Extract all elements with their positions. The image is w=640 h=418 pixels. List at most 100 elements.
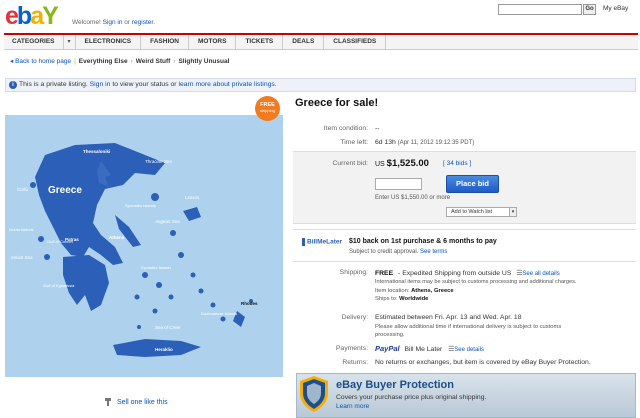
chevron-down-icon[interactable]: ▾ [64,35,76,49]
nav-deals[interactable]: DEALS [283,35,325,49]
greece-map-image[interactable]: Thessaloniki Thracian Sea Greece Aegean … [5,115,283,377]
notice-text-end: . [274,81,277,88]
bill-me-later-promo [293,229,636,262]
item-title: Greece for sale! [295,97,379,109]
time-left-label: Time left: [340,139,368,146]
info-icon: i [9,81,17,89]
breadcrumb-everything-else[interactable]: Everything Else [79,58,128,65]
returns-label: Returns: [342,359,368,366]
condition-label: Item condition: [323,125,368,132]
map-drawing [30,143,253,357]
buyer-protection-subtitle: Covers your purchase price plus original… [336,394,487,401]
breadcrumb-chevron: › [130,58,133,65]
sell-one-like-this[interactable]: Sell one like this [104,397,168,407]
shield-icon [300,376,328,412]
place-bid-button[interactable]: Place bid [446,175,499,193]
shipping-label: Shipping: [339,269,368,276]
map-label-dodecanese: Dodecanese Islands [201,311,238,316]
see-terms-link[interactable]: See terms [420,249,447,255]
breadcrumb-slightly-unusual[interactable]: Slightly Unusual [178,58,229,65]
bml-logo-text: BillMeLater [307,238,343,246]
map-label-kyparissia: Gulf of Kyparissia [43,283,75,288]
bill-me-later-payment: Bill Me Later [404,346,443,353]
badge-shipping: shipping [260,108,275,113]
my-ebay-link[interactable]: My eBay [603,5,628,12]
payment-details-link[interactable]: See details [454,347,484,353]
returns-policy: No returns or exchanges, but item is cov… [375,359,591,366]
map-label-aegean: Aegean Sea [155,219,180,224]
map-label-heraklio: Heraklio [155,347,173,352]
ships-to-value: Worldwide [399,296,429,302]
breadcrumb-separator: | [74,58,76,65]
category-nav: CATEGORIES ▾ ELECTRONICS FASHION MOTORS … [4,33,638,50]
buyer-protection-learn-more[interactable]: Learn more [336,403,369,410]
map-label-thessaloniki: Thessaloniki [83,149,111,154]
register-link[interactable]: register [132,19,153,26]
map-label-lesvos: Lesvos [185,195,200,200]
bml-bar-icon [302,238,305,246]
delivery-note-2: processing. [375,332,405,338]
ships-to-label: Ships to: [375,296,400,302]
watch-label: Add to Watch list [451,209,493,215]
current-bid-label: Current bid: [332,160,368,167]
map-label-athens: Athens [109,235,125,240]
location-value: Athens, Greece [411,288,454,294]
buyer-protection-title: eBay Buyer Protection [336,379,454,391]
bid-amount-input[interactable] [375,178,422,190]
chevron-down-icon[interactable]: ▾ [509,208,516,216]
map-label-rhodes: Rhodes [241,301,258,306]
sell-one-link[interactable]: Sell one like this [117,399,168,406]
learn-more-private-link[interactable]: learn more about private listings [178,81,274,88]
bml-sub-text: Subject to credit approval. [349,249,421,255]
breadcrumb-chevron: › [173,58,176,65]
header: ebaY Welcome! Sign in or register. Go My… [0,0,640,34]
bids-bracket-close: ] [467,160,472,167]
map-label-thracian: Thracian Sea [145,159,172,164]
ships-to: Ships to: Worldwide [375,296,428,302]
welcome-text: Welcome! Sign in or register. [72,19,155,26]
nav-classifieds[interactable]: CLASSIFIEDS [324,35,387,49]
map-label-patras: Patras [65,237,79,242]
nav-fashion[interactable]: FASHION [141,35,190,49]
bid-history-link[interactable]: 34 bids [447,160,468,167]
nav-motors[interactable]: MOTORS [189,35,237,49]
map-label-ionian-islands: Ionian Islands [9,227,34,232]
bml-subtext: Subject to credit approval. See terms [349,249,447,255]
search-input[interactable] [498,4,582,15]
map-label-cyclades: Cyclades Islands [141,265,172,270]
free-shipping-badge: FREE shipping [255,96,280,121]
private-listing-notice: i This is a private listing. Sign in to … [5,78,636,92]
shipping-method-text: Expedited Shipping from outside US [402,270,512,277]
welcome-prefix: Welcome! [72,19,103,26]
map-label-crete: Sea of Crete [155,325,181,330]
register-suffix: . [153,19,156,26]
breadcrumb: ◂ Back to home page | Everything Else › Weir… [10,57,229,65]
bid-count: [ 34 bids ] [443,160,471,167]
nav-tickets[interactable]: TICKETS [236,35,284,49]
notice-sign-in-link[interactable]: Sign in [90,81,111,88]
customs-note: International items may be subject to cu… [375,279,577,285]
time-end-date: (Apr 11, 2012 19:12:35 PDT) [397,140,475,146]
map-label-corfu: Corfu [17,187,29,192]
nav-electronics[interactable]: ELECTRONICS [76,35,142,49]
delivery-label: Delivery: [341,314,368,321]
payments-value: PayPal Bill Me Later ☰See details [375,344,484,353]
map-label-greece: Greece [48,185,82,196]
shipping-free: FREE [375,270,394,277]
add-to-watch-list-button[interactable]: Add to Watch list ▾ [446,207,517,217]
current-price: US $1,525.00 [375,158,429,169]
shipping-value: FREE - Expedited Shipping from outside U… [375,269,560,277]
breadcrumb-weird-stuff[interactable]: Weird Stuff [136,58,171,65]
time-left-value: 6d 13h (Apr 11, 2012 19:12:35 PDT) [375,139,474,146]
location-label: Item location: [375,288,412,294]
hammer-icon [105,398,111,406]
delivery-note-1: Please allow additional time if internat… [375,324,562,330]
nav-categories[interactable]: CATEGORIES [4,35,64,49]
back-to-home-link[interactable]: Back to home page [15,58,71,65]
shipping-details-link[interactable]: See all details [522,271,559,277]
go-button[interactable]: Go [583,4,596,15]
ebay-logo[interactable]: ebaY [5,3,59,29]
sign-in-link[interactable]: Sign in [103,19,123,26]
or-text: or [122,19,132,26]
notice-text: This is a private listing. [19,81,90,88]
